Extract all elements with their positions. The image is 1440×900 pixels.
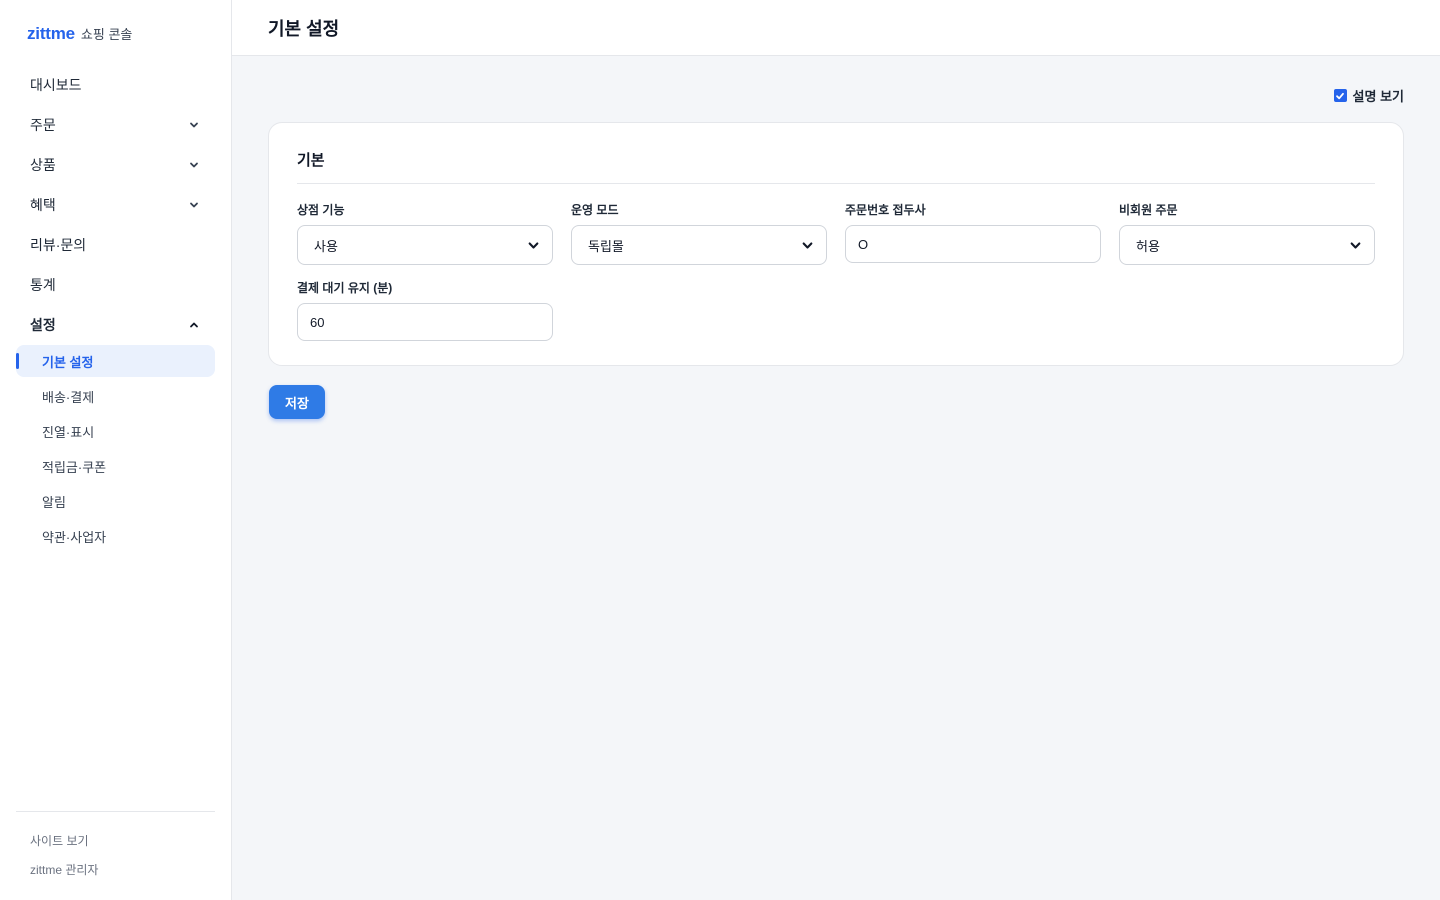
view-site-link[interactable]: 사이트 보기 [16, 832, 215, 861]
sidebar-footer: 사이트 보기 zittme 관리자 [16, 811, 215, 890]
order-prefix-label: 주문번호 접두사 [845, 203, 926, 217]
payment-wait-field: 결제 대기 유지 (분) 60 [297, 279, 553, 341]
operation-mode-label: 운영 모드 [571, 203, 619, 217]
sidebar-subitem-notifications[interactable]: 알림 [16, 485, 215, 517]
chevron-down-icon[interactable] [187, 118, 201, 132]
sidebar-subitem-label: 적립금·쿠폰 [42, 459, 107, 475]
show-description-checkbox[interactable] [1333, 89, 1347, 102]
sidebar-subitem-label: 진열·표시 [42, 424, 95, 440]
card-title: 기본 [297, 152, 325, 169]
chevron-down-icon [1350, 239, 1362, 251]
operation-mode-select[interactable]: 독립몰 [571, 225, 827, 265]
guest-order-label: 비회원 주문 [1119, 203, 1178, 217]
order-prefix-field: 주문번호 접두사 O [845, 201, 1101, 263]
sidebar-item-label: 설정 [30, 317, 56, 333]
page-header: 기본 설정 [232, 0, 1440, 56]
sidebar-subitem-terms-business[interactable]: 약관·사업자 [16, 520, 215, 552]
sidebar-subitem-basic-settings[interactable]: 기본 설정 [16, 345, 215, 377]
save-button[interactable]: 저장 [269, 385, 325, 419]
guest-order-value: 허용 [1136, 238, 1160, 254]
sidebar-item-label: 주문 [30, 117, 56, 133]
sidebar-item-label: 대시보드 [30, 77, 82, 93]
sidebar-item-orders[interactable]: 주문 [16, 105, 215, 145]
sidebar-item-label: 혜택 [30, 197, 56, 213]
sidebar-item-statistics[interactable]: 통계 [16, 265, 215, 305]
sidebar-subitem-display[interactable]: 진열·표시 [16, 415, 215, 447]
chevron-down-icon [802, 239, 814, 251]
payment-wait-input[interactable]: 60 [297, 303, 553, 341]
brand[interactable]: zittme 쇼핑 콘솔 [27, 24, 132, 44]
show-description-label: 설명 보기 [1352, 89, 1404, 104]
chevron-up-icon[interactable] [187, 318, 201, 332]
show-description-toggle[interactable]: 설명 보기 [1333, 86, 1404, 105]
sidebar-item-label: 상품 [30, 157, 56, 173]
brand-subtitle: 쇼핑 콘솔 [80, 27, 133, 42]
order-prefix-input[interactable]: O [845, 225, 1101, 263]
payment-wait-value: 60 [310, 314, 325, 330]
sidebar: zittme 쇼핑 콘솔 대시보드 주문 상품 혜택 리뷰·문의 통계 설정 기… [0, 0, 232, 900]
page-title: 기본 설정 [268, 18, 340, 39]
card-divider [297, 183, 1375, 184]
sidebar-item-benefits[interactable]: 혜택 [16, 185, 215, 225]
chevron-down-icon[interactable] [187, 198, 201, 212]
store-feature-label: 상점 기능 [297, 203, 345, 217]
sidebar-subitem-label: 알림 [42, 494, 66, 510]
sidebar-subitem-label: 기본 설정 [42, 354, 94, 370]
store-feature-field: 상점 기능 사용 [297, 201, 553, 265]
store-feature-select[interactable]: 사용 [297, 225, 553, 265]
guest-order-select[interactable]: 허용 [1119, 225, 1375, 265]
sidebar-item-settings[interactable]: 설정 [16, 305, 215, 345]
sidebar-item-dashboard[interactable]: 대시보드 [16, 65, 215, 105]
guest-order-field: 비회원 주문 허용 [1119, 201, 1375, 265]
sidebar-subitem-shipping-payment[interactable]: 배송·결제 [16, 380, 215, 412]
check-icon [1336, 92, 1344, 99]
store-feature-value: 사용 [314, 238, 338, 254]
order-prefix-value: O [858, 236, 869, 252]
sidebar-item-reviews[interactable]: 리뷰·문의 [16, 225, 215, 265]
operation-mode-field: 운영 모드 독립몰 [571, 201, 827, 265]
payment-wait-label: 결제 대기 유지 (분) [297, 281, 393, 295]
sidebar-item-products[interactable]: 상품 [16, 145, 215, 185]
chevron-down-icon [528, 239, 540, 251]
sidebar-item-label: 리뷰·문의 [30, 237, 87, 253]
basic-settings-card: 기본 상점 기능 사용 운영 모드 독립몰 주문번호 접두사 O 비회원 주문 … [268, 122, 1404, 366]
chevron-down-icon[interactable] [187, 158, 201, 172]
sidebar-subitem-label: 배송·결제 [42, 389, 95, 405]
sidebar-subitem-label: 약관·사업자 [42, 529, 107, 545]
admin-link[interactable]: zittme 관리자 [16, 861, 215, 890]
brand-logo[interactable]: zittme [27, 24, 75, 44]
sidebar-item-label: 통계 [30, 277, 56, 293]
sidebar-nav: 대시보드 주문 상품 혜택 리뷰·문의 통계 설정 기본 설정 배송·결제 진열… [16, 65, 215, 555]
sidebar-subitem-points-coupons[interactable]: 적립금·쿠폰 [16, 450, 215, 482]
operation-mode-value: 독립몰 [588, 238, 624, 254]
